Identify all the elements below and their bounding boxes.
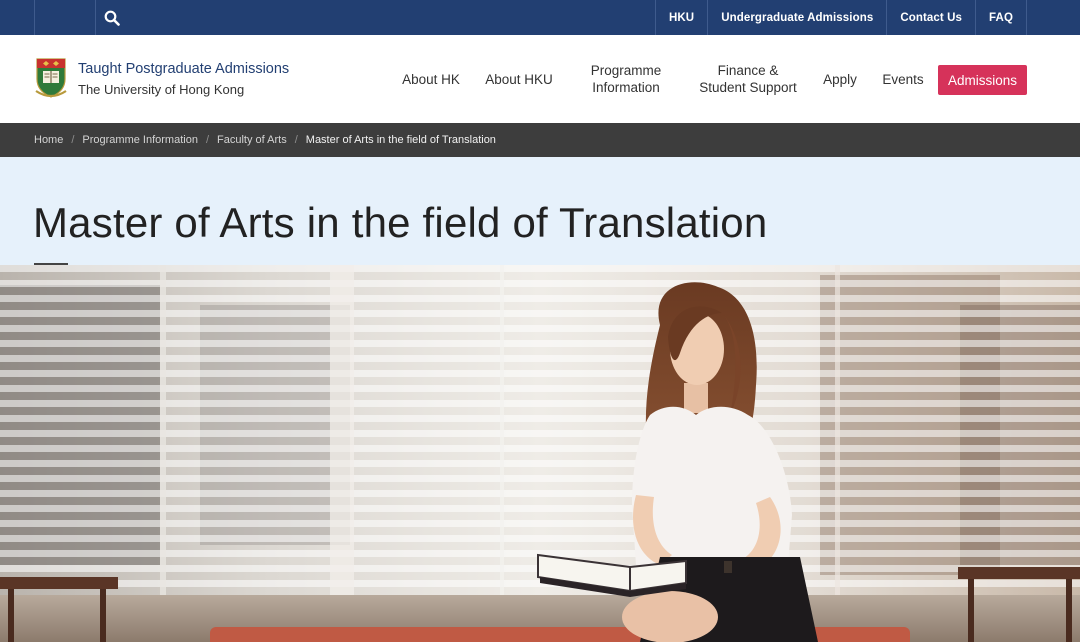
utility-bar: HKU Undergraduate Admissions Contact Us … bbox=[0, 0, 1080, 35]
nav-events-label: Events bbox=[882, 71, 924, 87]
link-faq[interactable]: FAQ bbox=[975, 0, 1027, 35]
search-box[interactable] bbox=[34, 0, 126, 35]
breadcrumb-programme-information[interactable]: Programme Information bbox=[82, 134, 198, 146]
nav-about-hku[interactable]: About HKU bbox=[478, 35, 560, 123]
brand-subtitle[interactable]: The University of Hong Kong bbox=[78, 82, 244, 97]
nav-programme-information-line1: Programme bbox=[590, 63, 662, 78]
link-contact-us[interactable]: Contact Us bbox=[886, 0, 975, 35]
search-icon bbox=[104, 10, 120, 26]
breadcrumb-separator: / bbox=[71, 134, 75, 146]
link-hku[interactable]: HKU bbox=[654, 0, 707, 35]
utility-links: HKU Undergraduate Admissions Contact Us … bbox=[654, 0, 1027, 35]
breadcrumb-current: Master of Arts in the field of Translati… bbox=[305, 134, 496, 146]
admissions-button[interactable]: Admissions bbox=[938, 65, 1027, 95]
breadcrumb-home[interactable]: Home bbox=[34, 134, 63, 146]
nav-apply-label: Apply bbox=[823, 71, 857, 87]
nav-finance-student-support[interactable]: Finance & Student Support bbox=[694, 35, 802, 123]
hero-image bbox=[0, 265, 1080, 642]
breadcrumb-separator: / bbox=[294, 134, 298, 146]
nav-programme-information[interactable]: Programme Information bbox=[578, 35, 674, 123]
brand-title[interactable]: Taught Postgraduate Admissions bbox=[78, 61, 289, 77]
breadcrumb-separator: / bbox=[205, 134, 210, 146]
page-title-band: Master of Arts in the field of Translati… bbox=[0, 157, 1080, 265]
breadcrumb: Home / Programme Information / Faculty o… bbox=[0, 123, 1080, 157]
breadcrumb-faculty-of-arts[interactable]: Faculty of Arts bbox=[217, 134, 287, 146]
nav-apply[interactable]: Apply bbox=[814, 35, 866, 123]
nav-programme-information-line2: Information bbox=[592, 80, 660, 95]
hero-photo-illustration bbox=[0, 265, 1080, 642]
hku-crest-icon[interactable] bbox=[34, 57, 68, 99]
nav-finance-line1: Finance & bbox=[717, 63, 779, 78]
link-undergraduate-admissions[interactable]: Undergraduate Admissions bbox=[707, 0, 886, 35]
nav-about-hk[interactable]: About HK bbox=[392, 35, 470, 123]
page-title: Master of Arts in the field of Translati… bbox=[33, 199, 768, 246]
nav-events[interactable]: Events bbox=[876, 35, 930, 123]
site-header: Taught Postgraduate Admissions The Unive… bbox=[0, 35, 1080, 123]
search-button[interactable] bbox=[95, 0, 127, 35]
nav-finance-line2: Student Support bbox=[699, 80, 797, 95]
nav-about-hk-label: About HK bbox=[402, 71, 460, 87]
nav-about-hku-label: About HKU bbox=[485, 71, 553, 87]
